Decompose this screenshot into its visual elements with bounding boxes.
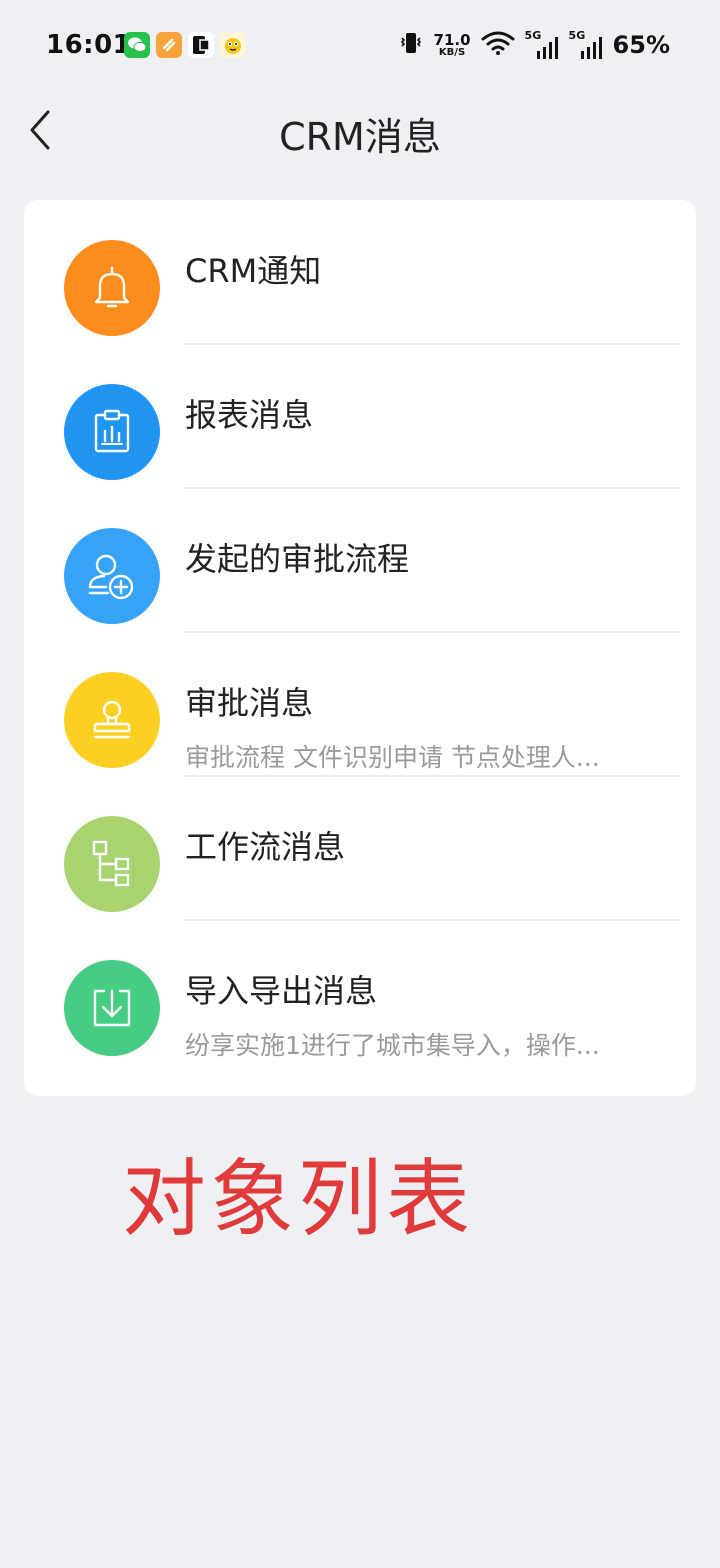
wechat-icon (124, 32, 150, 58)
list-item-report-messages[interactable]: 报表消息 (24, 344, 696, 489)
network-speed: 71.0 KB/S (433, 30, 471, 58)
status-bar: 16:01 71.0 KB/S 5G 5G 65% (0, 0, 720, 92)
import-export-icon (64, 960, 160, 1056)
list-item-title: 审批消息 (185, 684, 314, 722)
app-notification-icon (156, 32, 182, 58)
user-add-icon (64, 528, 160, 624)
network-speed-unit: KB/S (438, 46, 466, 58)
vibrate-icon (398, 30, 424, 60)
list-item-title: 报表消息 (185, 396, 314, 434)
message-list: CRM通知 报表消息 发起的审批流程 审批消息 审批流程 文件识别申请 节点处理… (24, 200, 696, 1096)
list-item-title: 工作流消息 (185, 828, 346, 866)
bell-icon (64, 240, 160, 336)
page-title: CRM消息 (279, 115, 441, 159)
list-item-subtitle: 纷享实施1进行了城市集导入，操作... (185, 1031, 600, 1060)
mascot-app-icon (220, 32, 246, 58)
list-item-title: CRM通知 (185, 252, 322, 290)
system-icons: 71.0 KB/S 5G 5G 65% (398, 29, 670, 60)
list-item-title: 发起的审批流程 (185, 540, 410, 578)
notification-icons (124, 32, 246, 58)
list-item-initiated-approvals[interactable]: 发起的审批流程 (24, 488, 696, 633)
nav-bar: CRM消息 (0, 92, 720, 168)
phone-app-icon (188, 32, 214, 58)
workflow-icon (64, 816, 160, 912)
status-time: 16:01 (46, 30, 132, 60)
list-item-title: 导入导出消息 (185, 972, 378, 1010)
list-item-approval-messages[interactable]: 审批消息 审批流程 文件识别申请 节点处理人... (24, 632, 696, 777)
list-item-crm-notice[interactable]: CRM通知 (24, 200, 696, 345)
signal-bars-icon (580, 37, 602, 59)
report-clipboard-icon (64, 384, 160, 480)
wifi-icon (481, 30, 515, 60)
signal-5g-2: 5G (569, 29, 603, 59)
list-item-import-export[interactable]: 导入导出消息 纷享实施1进行了城市集导入，操作... (24, 920, 696, 1064)
signal-5g-1: 5G (525, 29, 559, 59)
annotation-text: 对象列表 (122, 1150, 475, 1248)
battery-level: 65% (612, 31, 670, 59)
signal-bars-icon (536, 37, 558, 59)
list-item-workflow-messages[interactable]: 工作流消息 (24, 776, 696, 921)
stamp-icon (64, 672, 160, 768)
list-item-subtitle: 审批流程 文件识别申请 节点处理人... (185, 743, 600, 772)
network-speed-value: 71.0 (433, 30, 471, 49)
